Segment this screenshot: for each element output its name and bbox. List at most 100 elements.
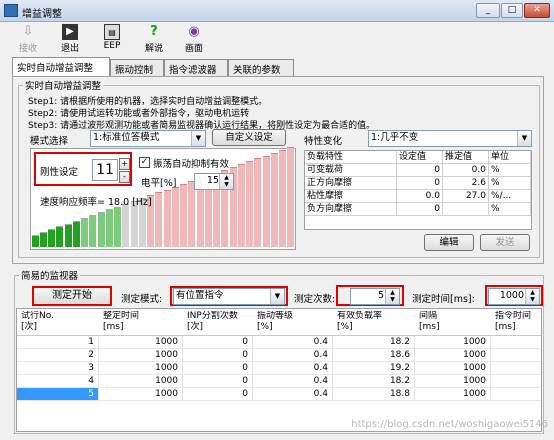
monitor-header-line: 有效负载率	[337, 311, 383, 321]
char-table-header: 设定值	[397, 151, 443, 164]
monitor-table-cell[interactable]: 1	[17, 336, 99, 349]
mode-label: 模式选择	[30, 136, 69, 147]
monitor-table-cell[interactable]: 18.8	[333, 388, 415, 401]
level-label: 电平[%]	[141, 178, 177, 189]
monitor-table-cell[interactable]: 1000	[415, 375, 491, 388]
tab-realtime-tuning[interactable]: 实时自动增益调整	[12, 57, 110, 77]
monitor-table-cell[interactable]: 0	[183, 362, 253, 375]
monitor-header-line: [ms]	[419, 322, 440, 332]
monitor-table-cell[interactable]: 0.4	[253, 362, 333, 375]
tab-related-params[interactable]: 关联的参数	[228, 59, 294, 76]
rigidity-bar	[270, 152, 278, 247]
vib-suppress-label: 振荡自动抑制有效	[153, 159, 230, 170]
monitor-table-header: 有效负载率 [%]	[337, 311, 415, 333]
char-table-cell: 0.0	[397, 190, 443, 203]
toolbar-eep[interactable]: ▤ EEP	[96, 24, 128, 54]
char-table-cell	[443, 203, 489, 216]
toolbar-exit[interactable]: ▶ 退出	[54, 24, 86, 54]
monitor-table-cell[interactable]: 1000	[99, 349, 183, 362]
measure-count-label: 测定次数:	[294, 294, 336, 305]
measure-time-input[interactable]: 1000 ▲ ▼	[488, 288, 540, 305]
monitor-table-cell[interactable]: 18.2	[333, 375, 415, 388]
char-table-header: 负载特性	[305, 151, 397, 164]
monitor-table-cell[interactable]	[491, 388, 541, 401]
help-icon: ?	[150, 24, 158, 39]
char-table-cell: 粘性摩擦	[305, 190, 397, 203]
exit-icon: ▶	[62, 24, 78, 40]
monitor-table-cell[interactable]	[491, 375, 541, 388]
monitor-table-cell[interactable]: 5	[17, 388, 99, 401]
monitor-table-cell[interactable]: 1000	[99, 362, 183, 375]
toolbar-help[interactable]: ? 解说	[138, 24, 170, 54]
monitor-table-cell[interactable]	[491, 336, 541, 349]
monitor-table-cell[interactable]: 1000	[99, 388, 183, 401]
level-input[interactable]: 15 ▲ ▼	[194, 173, 234, 190]
close-button[interactable]: ✕	[524, 3, 550, 18]
monitor-header-line: 间隔	[419, 311, 438, 321]
rigidity-bar	[97, 212, 105, 247]
start-measure-button[interactable]: 测定开始	[32, 286, 112, 306]
monitor-table-cell[interactable]: 19.2	[333, 362, 415, 375]
monitor-header-line: 振动等级	[257, 311, 294, 321]
monitor-table-cell[interactable]: 0.4	[253, 375, 333, 388]
monitor-table-cell[interactable]: 1000	[415, 388, 491, 401]
monitor-table-cell[interactable]: 1000	[99, 336, 183, 349]
monitor-table-cell[interactable]: 1000	[415, 349, 491, 362]
send-button[interactable]: 发送	[480, 234, 530, 251]
monitor-table-cell[interactable]: 0	[183, 336, 253, 349]
eep-write-icon: ▤	[104, 24, 120, 40]
measure-count-input[interactable]: 5 ▲ ▼	[350, 288, 400, 305]
monitor-table-cell[interactable]: 1000	[415, 362, 491, 375]
maximize-button[interactable]: □	[501, 3, 523, 18]
monitor-header-line: [次]	[21, 322, 38, 332]
monitor-table-cell[interactable]: 0	[183, 388, 253, 401]
monitor-table-cell[interactable]: 3	[17, 362, 99, 375]
monitor-table-cell[interactable]: 18.6	[333, 349, 415, 362]
measure-mode-select[interactable]: 有位置指令 ▼	[173, 288, 285, 305]
monitor-table-cell[interactable]: 2	[17, 349, 99, 362]
monitor-header-line: [ms]	[495, 322, 516, 332]
custom-settings-button[interactable]: 自定义设定	[212, 129, 286, 146]
monitor-table: 试行No. [次] 整定时间 [ms] INP分割次数 [次] 振动等级 [%] 有效负载率 [%…	[16, 308, 542, 432]
monitor-table-cell[interactable]: 0.4	[253, 336, 333, 349]
monitor-table-cell[interactable]: 18.2	[333, 336, 415, 349]
monitor-table-cell[interactable]	[491, 362, 541, 375]
rigidity-bar	[155, 192, 163, 247]
vib-suppress-checkbox[interactable]: ✓	[139, 157, 150, 168]
edit-button[interactable]: 编辑	[424, 234, 474, 251]
monitor-table-cell[interactable]: 0	[183, 349, 253, 362]
rigidity-bar	[114, 206, 122, 247]
monitor-header-line: 整定时间	[103, 311, 140, 321]
spinner-icon: ▲ ▼	[219, 174, 233, 189]
monitor-table-cell[interactable]: 0.4	[253, 388, 333, 401]
monitor-table-cell[interactable]: 0	[183, 375, 253, 388]
rigidity-bar	[163, 189, 171, 247]
measure-time-label: 测定时间[ms]:	[412, 294, 475, 305]
char-table-cell: 0.0	[443, 164, 489, 177]
toolbar-screen[interactable]: ◉ 画面	[178, 24, 210, 54]
rigidity-up-button[interactable]: +	[119, 158, 130, 170]
toolbar-receive[interactable]: ⇩ 接收	[12, 24, 44, 54]
monitor-table-cell[interactable]: 1000	[415, 336, 491, 349]
tab-vibration-control[interactable]: 振动控制	[110, 59, 164, 76]
rigidity-value[interactable]: 11	[92, 159, 118, 181]
mode-select[interactable]: 1:标准位答模式 ▼	[90, 130, 206, 147]
char-change-select[interactable]: 1:几乎不变 ▼	[368, 130, 532, 147]
monitor-table-cell[interactable]: 4	[17, 375, 99, 388]
rigidity-bar	[56, 226, 64, 247]
rigidity-bar	[287, 147, 295, 247]
char-table-cell: 27.0	[443, 190, 489, 203]
monitor-table-cell[interactable]: 1000	[99, 375, 183, 388]
monitor-header-line: 试行No.	[21, 311, 54, 321]
monitor-table-header: 整定时间 [ms]	[103, 311, 183, 333]
monitor-table-cell[interactable]: 0.4	[253, 349, 333, 362]
minimize-button[interactable]: _	[476, 3, 500, 18]
rigidity-bar	[81, 217, 89, 247]
tab-command-filter[interactable]: 指令滤波器	[164, 59, 228, 76]
rigidity-bar	[254, 158, 262, 247]
monitor-table-cell[interactable]	[491, 349, 541, 362]
camera-icon: ◉	[188, 24, 200, 39]
rigidity-down-button[interactable]: -	[119, 171, 130, 183]
rigidity-bar	[39, 232, 47, 247]
rigidity-bar	[279, 149, 287, 247]
